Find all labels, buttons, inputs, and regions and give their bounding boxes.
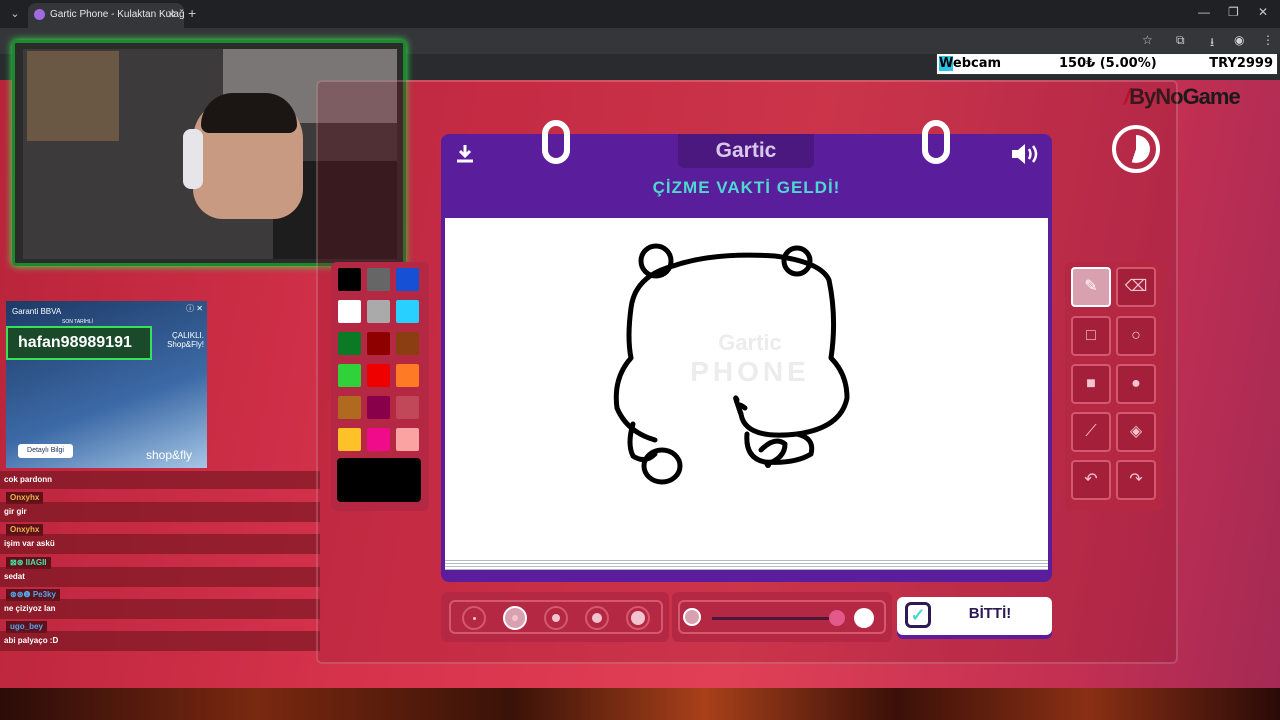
chat-message: cok pardonn (0, 471, 320, 489)
donation-code: TRY2999 (1209, 56, 1273, 71)
wall-portrait (27, 51, 119, 141)
notebook-page-edges (445, 558, 1048, 570)
chat-badge-icon: ⊠⊛ (10, 558, 26, 567)
brush-size-dot (631, 611, 645, 625)
tab-title: Gartic Phone - Kulaktan Kulağa (50, 9, 184, 20)
line-icon[interactable]: ⟋ (1071, 412, 1111, 452)
maximize-button[interactable]: ❐ (1228, 5, 1239, 19)
donation-amount: 150₺ (5.00%) (1059, 56, 1157, 71)
color-swatch[interactable] (338, 364, 361, 387)
chat-message: ne çiziyoz lan (0, 599, 320, 619)
notebook-ring (922, 120, 950, 164)
ad-info-icon[interactable]: ⓘ ✕ (186, 303, 203, 314)
undo-icon[interactable]: ↶ (1071, 460, 1111, 500)
brush-size-dot (512, 615, 518, 621)
opacity-track (712, 617, 832, 620)
download-tray-icon[interactable]: ⭳ (1210, 33, 1214, 54)
browser-tab-bar: ⌄ Gartic Phone - Kulaktan Kulağa ✕ + — ❐… (0, 0, 1280, 28)
window-close-button[interactable]: ✕ (1258, 5, 1268, 19)
donation-goal-bar: Webcam 150₺ (5.00%) TRY2999 (936, 53, 1278, 75)
color-swatch[interactable] (338, 332, 361, 355)
done-button-label: BİTTİ! (968, 605, 1012, 622)
gartic-favicon-icon (34, 9, 45, 20)
color-swatch[interactable] (367, 364, 390, 387)
gartic-logo: Gartic (678, 134, 814, 168)
bookmark-star-icon[interactable]: ☆ (1142, 33, 1153, 47)
ad-brand: Garanti BBVA (12, 307, 62, 316)
menu-kebab-icon[interactable]: ⋮ (1262, 33, 1274, 47)
eraser-icon[interactable]: ⌫ (1116, 267, 1156, 307)
color-swatch[interactable] (396, 300, 419, 323)
brush-size-dot (552, 614, 560, 622)
color-swatch[interactable] (338, 396, 361, 419)
chat-message: sedat (0, 567, 320, 587)
ad-tagline: shop&fly (146, 448, 193, 462)
notebook-ring (542, 120, 570, 164)
color-swatch[interactable] (396, 364, 419, 387)
color-swatch[interactable] (367, 332, 390, 355)
brush-size-dot (472, 616, 476, 620)
color-swatch[interactable] (367, 300, 390, 323)
brush-size-dot (592, 613, 602, 623)
timer-progress (1122, 135, 1150, 163)
minimize-button[interactable]: — (1198, 5, 1210, 19)
streamer-hair (201, 93, 297, 133)
stream-fire-overlay (0, 688, 1280, 720)
color-swatch[interactable] (396, 268, 419, 291)
opacity-min-icon (683, 608, 701, 626)
profile-avatar-icon[interactable]: ◉ (1234, 33, 1244, 47)
color-swatch[interactable] (396, 428, 419, 451)
extensions-icon[interactable]: ⧉ (1176, 33, 1185, 48)
user-drawing (613, 243, 850, 485)
check-icon: ✓ (905, 602, 931, 628)
color-swatch[interactable] (367, 396, 390, 419)
color-swatch[interactable] (396, 332, 419, 355)
download-icon[interactable] (453, 142, 477, 171)
page-title: ÇİZME VAKTİ GELDİ! (652, 178, 841, 197)
ad-details-button[interactable]: Detaylı Bilgi (18, 444, 73, 458)
chat-message: abi palyaço :D (0, 631, 320, 651)
speaker-icon[interactable] (1010, 142, 1042, 171)
current-color-preview (337, 458, 421, 502)
square-outline-icon[interactable]: □ (1071, 316, 1111, 356)
color-swatch[interactable] (367, 428, 390, 451)
fill-bucket-icon[interactable]: ◈ (1116, 412, 1156, 452)
chat-message: işim var askü (0, 534, 320, 554)
opacity-handle[interactable] (829, 610, 845, 626)
chat-badge-icon: ⊛⊛❶ (10, 590, 33, 599)
square-filled-icon[interactable]: ■ (1071, 364, 1111, 404)
headphones (183, 129, 203, 189)
redo-icon[interactable]: ↷ (1116, 460, 1156, 500)
stream-username-label: hafan98989191 (6, 326, 152, 360)
browser-tab[interactable]: Gartic Phone - Kulaktan Kulağa ✕ (28, 3, 184, 28)
tab-close-icon[interactable]: ✕ (167, 8, 176, 21)
chat-message: gir gir (0, 502, 320, 522)
pencil-icon[interactable]: ✎ (1071, 267, 1111, 307)
color-swatch[interactable] (338, 300, 361, 323)
color-swatch[interactable] (338, 268, 361, 291)
ad-headline: ÇALIKLI. Shop&Fly! (167, 331, 204, 349)
circle-filled-icon[interactable]: ● (1116, 364, 1156, 404)
opacity-max-icon (854, 608, 874, 628)
ad-subtitle: SON TARİHLİ (62, 319, 93, 325)
color-swatch[interactable] (396, 396, 419, 419)
donation-label: Webcam (939, 56, 1002, 71)
circle-outline-icon[interactable]: ○ (1116, 316, 1156, 356)
tab-list-button[interactable]: ⌄ (6, 5, 24, 23)
color-swatch[interactable] (367, 268, 390, 291)
color-swatch[interactable] (338, 428, 361, 451)
new-tab-button[interactable]: + (188, 5, 196, 21)
